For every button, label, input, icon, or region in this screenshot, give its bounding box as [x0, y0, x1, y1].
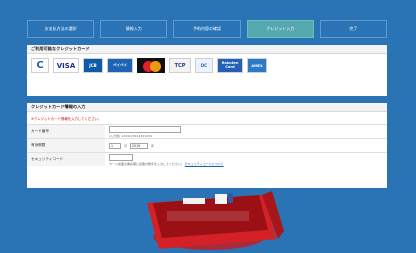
card-input-section: クレジットカード情報の入力 ※クレジットカード情報を入力してください。 カード番…: [27, 103, 387, 188]
mastercard-yellow-circle: [150, 61, 161, 72]
security-code-link[interactable]: セキュリティコードについて: [185, 162, 224, 166]
dc-icon: DC: [195, 58, 213, 73]
tcp-icon: TCP: [169, 58, 191, 73]
security-code-hint: カード裏面の署名欄に記載の数字を入力してください。: [109, 161, 184, 166]
expiry-year-unit: 年: [151, 143, 155, 148]
step-payment-method: お支払方法の選択: [27, 20, 95, 38]
expiry-year-select[interactable]: 2019: [130, 142, 149, 149]
cash-machine-icon: [147, 191, 284, 250]
security-code-label: セキュリティコード: [27, 153, 105, 166]
card-number-label: カード番号: [27, 125, 105, 138]
rakuten-icon: Rakuten Card: [217, 58, 243, 73]
expiry-label: 有効期限: [27, 139, 105, 152]
expiry-month-select[interactable]: 1: [109, 142, 121, 149]
available-cards-section: ご利用可能なクレジットカード C VISA JCB ペイペイ TCP DC Ra…: [27, 45, 387, 96]
expiry-row: 有効期限 1 月 2019 年: [27, 138, 387, 152]
step-confirm: 予約内容の確認: [173, 20, 241, 38]
step-info-input: 情報入力: [100, 20, 168, 38]
amex-icon: AMEX: [247, 58, 267, 73]
mastercard-icon: [137, 58, 165, 73]
available-cards-title: ご利用可能なクレジットカード: [27, 45, 387, 54]
cash-machine-illustration: [27, 185, 387, 253]
card-number-row: カード番号 (入力例) 1234123412341234: [27, 124, 387, 138]
card-input-note: ※クレジットカード情報を入力してください。: [27, 112, 387, 124]
card-number-hint: (入力例) 1234123412341234: [109, 133, 152, 138]
step-bar: お支払方法の選択 情報入力 予約内容の確認 クレジット入力 完了: [27, 20, 388, 38]
security-code-input[interactable]: [109, 153, 133, 161]
card-number-input[interactable]: [109, 125, 181, 133]
page: お支払方法の選択 情報入力 予約内容の確認 クレジット入力 完了 ご利用可能なク…: [27, 0, 388, 253]
expiry-month-unit: 月: [124, 143, 128, 148]
card-logos: C VISA JCB ペイペイ TCP DC Rakuten Card AMEX: [27, 54, 387, 77]
step-credit-input: クレジット入力: [246, 20, 314, 38]
security-code-row: セキュリティコード カード裏面の署名欄に記載の数字を入力してください。 セキュリ…: [27, 152, 387, 166]
c-icon: C: [31, 58, 49, 73]
pay-icon: ペイペイ: [107, 58, 133, 73]
visa-icon: VISA: [53, 58, 79, 73]
card-input-title: クレジットカード情報の入力: [27, 103, 387, 112]
step-complete: 完了: [319, 20, 388, 38]
jcb-icon: JCB: [83, 58, 103, 73]
